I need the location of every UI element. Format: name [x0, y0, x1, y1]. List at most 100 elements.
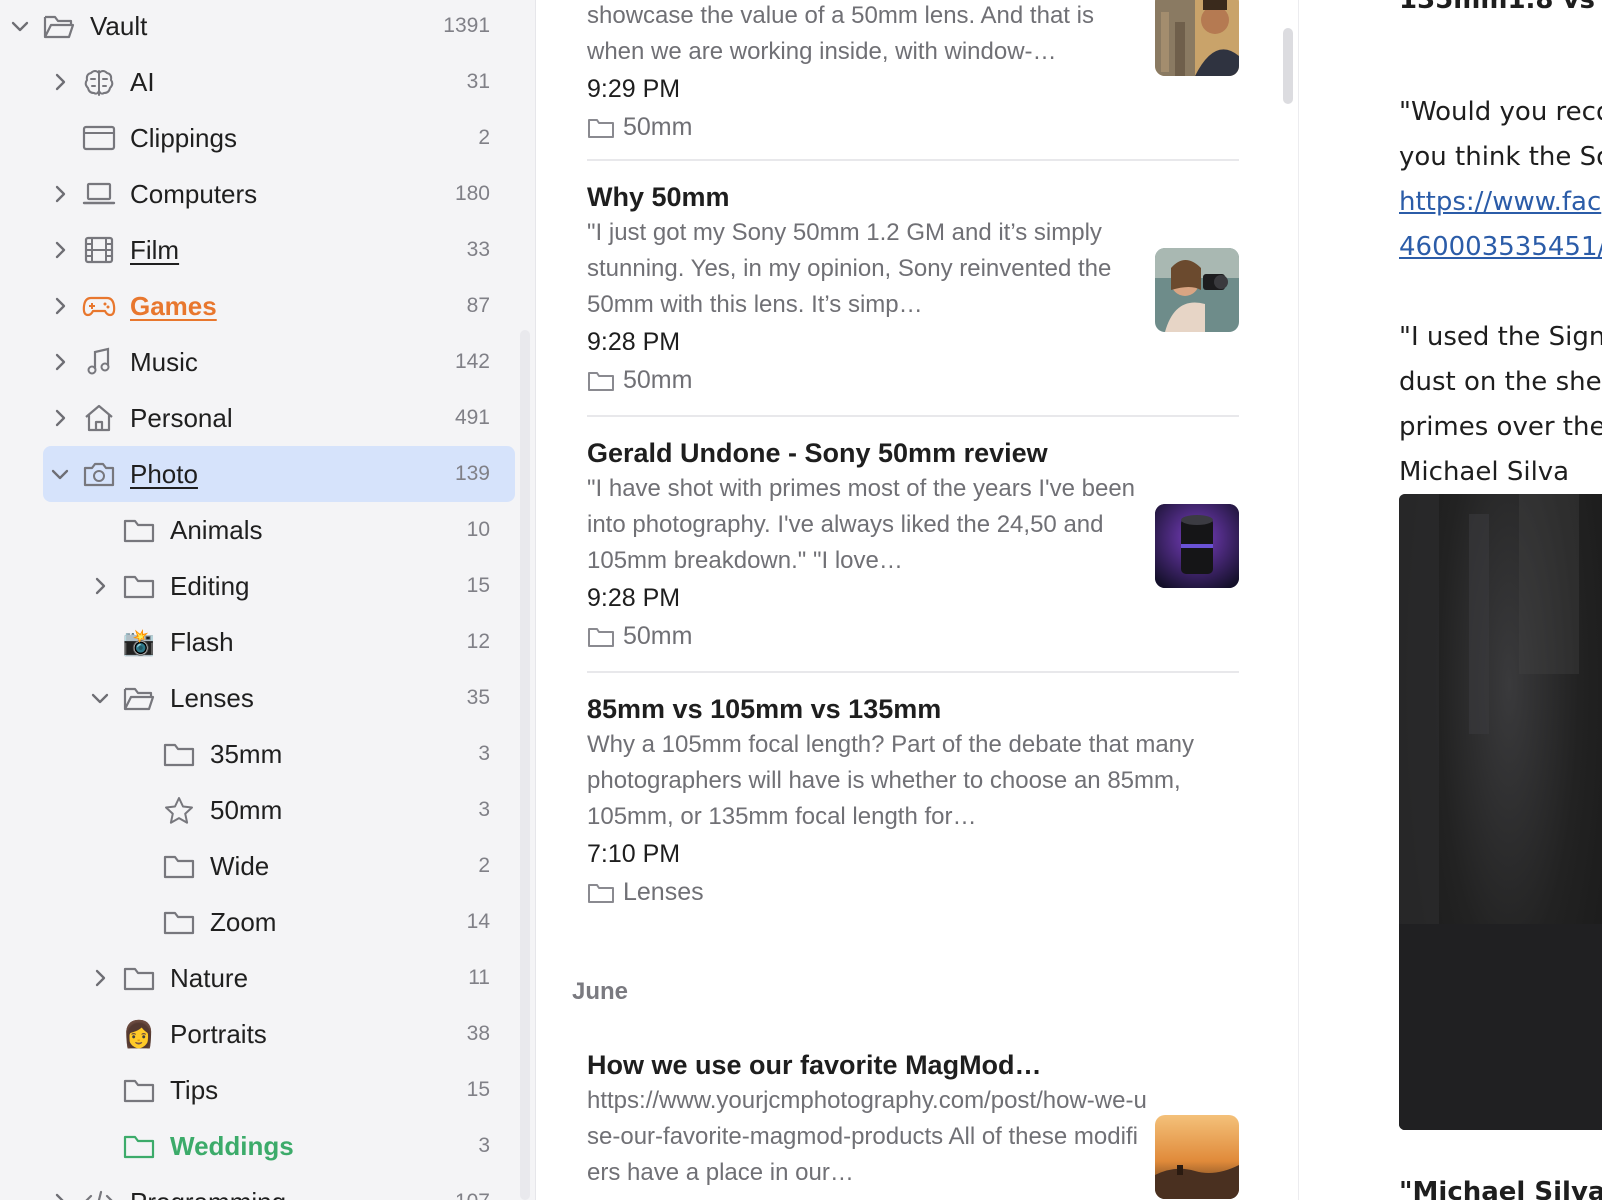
note-title: 85mm vs 105mm vs 135mm [587, 694, 942, 724]
note-folder: 50mm [587, 361, 1239, 399]
sidebar-item-film[interactable]: Film 33 [0, 222, 516, 278]
note-folder: Lenses [587, 873, 1239, 911]
sidebar-item-clippings[interactable]: Clippings 2 [0, 110, 516, 166]
editor-image[interactable] [1399, 494, 1602, 1130]
sidebar-item-count: 3 [478, 798, 490, 821]
sidebar-item-photo[interactable]: Photo 139 [0, 446, 516, 502]
sidebar-item-count: 33 [466, 238, 490, 261]
chevron-right-icon[interactable] [48, 350, 72, 374]
sidebar-item-count: 38 [466, 1022, 490, 1045]
lens-thumbnail [1155, 504, 1239, 588]
chevron-down-icon[interactable] [48, 462, 72, 486]
chevron-right-icon[interactable] [48, 238, 72, 262]
editor-link[interactable]: 460003535451/ [1399, 225, 1602, 270]
sidebar-item-label: Music [130, 347, 198, 377]
sidebar-item-ai[interactable]: AI 31 [0, 54, 516, 110]
note-excerpt: Why a 105mm focal length? Part of the de… [587, 731, 1195, 830]
note-time: 9:28 PM [587, 328, 681, 356]
sidebar-item-wide[interactable]: Wide 2 [0, 838, 516, 894]
sidebar-item-lenses[interactable]: Lenses 35 [0, 670, 516, 726]
note-title: How we use our favorite MagMod… [587, 1050, 1042, 1080]
note-time: 9:29 PM [587, 75, 681, 103]
camera-flash-emoji-icon: 📸 [122, 627, 156, 657]
home-icon [82, 402, 116, 434]
brain-icon [82, 66, 116, 98]
folder-icon [162, 738, 196, 770]
sidebar-item-animals[interactable]: Animals 10 [0, 502, 516, 558]
sidebar-item-label: Lenses [170, 683, 254, 713]
note-excerpt: https://www.yourjcmphotography.com/post/… [587, 1087, 1147, 1186]
note-list-scrollbar[interactable] [1283, 28, 1293, 104]
sidebar-item-count: 15 [466, 1078, 490, 1101]
note-time: 7:10 PM [587, 840, 681, 868]
sidebar-item-label: Games [130, 291, 217, 321]
editor-pane[interactable]: 135mm1.8 vs "Would you reco you think th… [1300, 0, 1602, 1200]
sidebar-item-personal[interactable]: Personal 491 [0, 390, 516, 446]
sidebar-item-count: 2 [478, 126, 490, 149]
sidebar-item-weddings[interactable]: Weddings 3 [0, 1118, 516, 1174]
folder-icon [122, 1074, 156, 1106]
sidebar-item-label: Weddings [170, 1131, 294, 1161]
folder-icon [122, 570, 156, 602]
note-item[interactable]: Gerald Undone - Sony 50mm review "I have… [587, 435, 1239, 655]
note-folder-label: Lenses [623, 878, 704, 906]
sidebar-item-50mm[interactable]: 50mm 3 [0, 782, 516, 838]
sidebar-item-label: Nature [170, 963, 249, 993]
sidebar-item-35mm[interactable]: 35mm 3 [0, 726, 516, 782]
chevron-right-icon[interactable] [48, 1190, 72, 1200]
chevron-right-icon[interactable] [48, 182, 72, 206]
sidebar-item-count: 10 [466, 518, 490, 541]
chevron-down-icon[interactable] [8, 14, 32, 38]
note-excerpt: showcase the value of a 50mm lens. And t… [587, 2, 1094, 65]
folder-icon [162, 906, 196, 938]
sidebar-item-label: Personal [130, 403, 233, 433]
sidebar-item-label: Photo [130, 459, 198, 489]
sidebar-item-vault[interactable]: Vault 1391 [0, 0, 516, 54]
note-item[interactable]: 85mm vs 105mm vs 135mm Why a 105mm focal… [587, 691, 1239, 911]
sidebar-item-tips[interactable]: Tips 15 [0, 1062, 516, 1118]
sidebar-item-label: Clippings [130, 123, 237, 153]
sidebar-item-computers[interactable]: Computers 180 [0, 166, 516, 222]
note-item[interactable]: showcase the value of a 50mm lens. And t… [587, 0, 1239, 146]
sidebar-item-label: 50mm [210, 795, 283, 825]
folder-icon [122, 1130, 156, 1162]
sidebar: Vault 1391 AI 31 Clippings 2 Computers 180 Film 3… [0, 0, 536, 1200]
film-icon [82, 234, 116, 266]
editor-paragraph: "Would you reco [1399, 97, 1602, 127]
note-item[interactable]: How we use our favorite MagMod… https://… [587, 1047, 1239, 1191]
sidebar-item-zoom[interactable]: Zoom 14 [0, 894, 516, 950]
sidebar-item-programming[interactable]: Programming 107 [0, 1174, 516, 1200]
editor-paragraph: primes over the [1399, 412, 1602, 442]
sidebar-item-portraits[interactable]: 👩 Portraits 38 [0, 1006, 516, 1062]
folder-open-icon [42, 10, 76, 42]
sunset-thumbnail [1155, 1115, 1239, 1199]
note-divider [587, 671, 1239, 673]
sidebar-scrollbar[interactable] [520, 330, 530, 1200]
chevron-right-icon[interactable] [48, 294, 72, 318]
note-divider [587, 159, 1239, 161]
editor-link[interactable]: https://www.fac [1399, 180, 1601, 225]
sidebar-item-count: 11 [468, 966, 490, 989]
sidebar-item-flash[interactable]: 📸 Flash 12 [0, 614, 516, 670]
note-item[interactable]: Why 50mm "I just got my Sony 50mm 1.2 GM… [587, 179, 1239, 399]
chevron-right-icon[interactable] [48, 406, 72, 430]
sidebar-item-label: Computers [130, 179, 258, 209]
sidebar-item-label: Film [130, 235, 180, 265]
editor-paragraph: you think the So [1399, 142, 1602, 172]
chevron-right-icon[interactable] [88, 966, 112, 990]
sidebar-item-label: Editing [170, 571, 250, 601]
music-note-icon [82, 346, 116, 378]
chevron-right-icon[interactable] [48, 70, 72, 94]
sidebar-item-music[interactable]: Music 142 [0, 334, 516, 390]
chevron-right-icon[interactable] [88, 574, 112, 598]
note-divider [587, 415, 1239, 417]
sidebar-item-label: Zoom [210, 907, 277, 937]
sidebar-item-label: AI [130, 67, 155, 97]
sidebar-item-nature[interactable]: Nature 11 [0, 950, 516, 1006]
sidebar-item-count: 35 [466, 686, 490, 709]
sidebar-item-editing[interactable]: Editing 15 [0, 558, 516, 614]
chevron-down-icon[interactable] [88, 686, 112, 710]
note-folder-label: 50mm [623, 366, 693, 394]
sidebar-item-count: 1391 [443, 14, 490, 37]
sidebar-item-games[interactable]: Games 87 [0, 278, 516, 334]
